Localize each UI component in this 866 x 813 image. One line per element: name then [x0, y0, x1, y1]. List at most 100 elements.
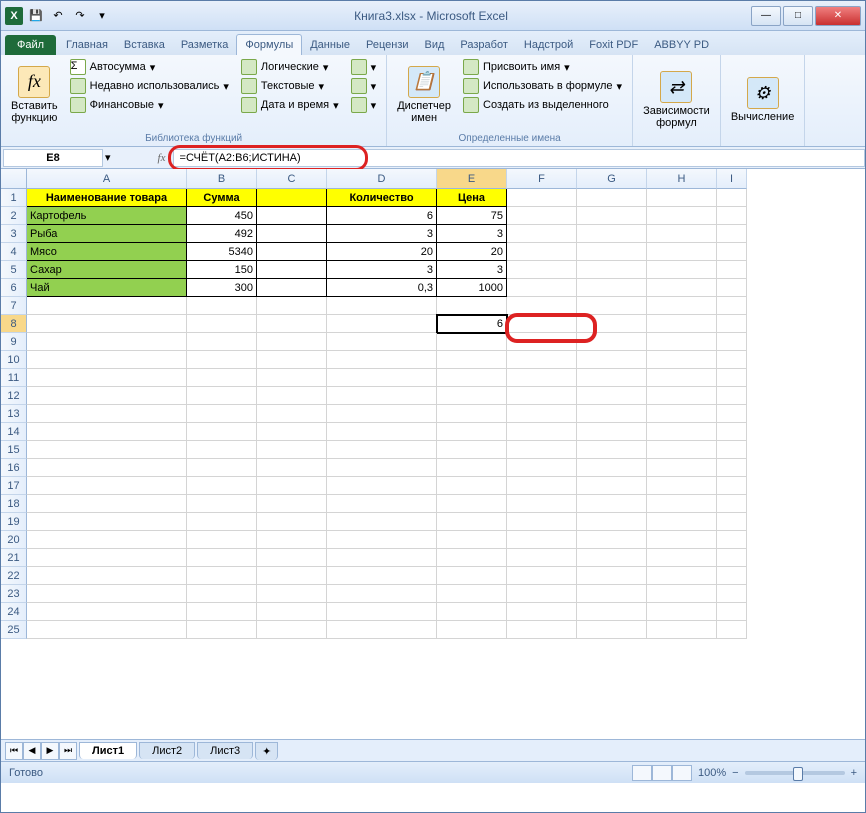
col-header-G[interactable]: G	[577, 169, 647, 189]
cell[interactable]	[577, 351, 647, 369]
col-header-D[interactable]: D	[327, 169, 437, 189]
cell[interactable]	[577, 621, 647, 639]
sheet-tab-3[interactable]: Лист3	[197, 742, 253, 759]
worksheet-grid[interactable]: ABCDEFGHI 1Наименование товараСуммаКолич…	[1, 169, 865, 739]
row-header[interactable]: 11	[1, 369, 27, 387]
sheet-new-icon[interactable]: ✦	[255, 742, 278, 760]
cell[interactable]	[717, 585, 747, 603]
cell[interactable]	[577, 279, 647, 297]
cell[interactable]	[717, 567, 747, 585]
cell[interactable]	[327, 351, 437, 369]
cell[interactable]	[507, 549, 577, 567]
cell[interactable]	[437, 567, 507, 585]
cell[interactable]	[647, 603, 717, 621]
cell[interactable]	[647, 477, 717, 495]
cell[interactable]	[507, 423, 577, 441]
row-header[interactable]: 10	[1, 351, 27, 369]
cell[interactable]	[647, 495, 717, 513]
tab-insert[interactable]: Вставка	[116, 35, 173, 55]
row-header[interactable]: 22	[1, 567, 27, 585]
cell[interactable]	[717, 603, 747, 621]
cell[interactable]: Рыба	[27, 225, 187, 243]
cell[interactable]	[27, 567, 187, 585]
cell[interactable]	[717, 279, 747, 297]
tab-formulas[interactable]: Формулы	[236, 34, 302, 55]
cell[interactable]	[187, 441, 257, 459]
sheet-tab-1[interactable]: Лист1	[79, 742, 137, 759]
row-header[interactable]: 24	[1, 603, 27, 621]
cell[interactable]: Мясо	[27, 243, 187, 261]
cell[interactable]	[437, 603, 507, 621]
cell[interactable]	[27, 369, 187, 387]
cell[interactable]	[717, 333, 747, 351]
cell[interactable]	[327, 621, 437, 639]
cell[interactable]	[257, 531, 327, 549]
col-header-C[interactable]: C	[257, 169, 327, 189]
cell[interactable]	[187, 387, 257, 405]
cell[interactable]	[647, 531, 717, 549]
tab-layout[interactable]: Разметка	[173, 35, 237, 55]
sheet-last-icon[interactable]: ⏭	[59, 742, 77, 760]
cell[interactable]	[507, 585, 577, 603]
tab-developer[interactable]: Разработ	[452, 35, 515, 55]
cell[interactable]	[257, 603, 327, 621]
row-header[interactable]: 23	[1, 585, 27, 603]
cell[interactable]	[327, 333, 437, 351]
zoom-out-icon[interactable]: −	[732, 767, 738, 779]
cell[interactable]	[257, 405, 327, 423]
namebox-dropdown-icon[interactable]: ▾	[105, 151, 111, 164]
cell[interactable]	[27, 441, 187, 459]
row-header[interactable]: 6	[1, 279, 27, 297]
cell[interactable]	[647, 549, 717, 567]
cell[interactable]	[327, 387, 437, 405]
cell[interactable]: 5340	[187, 243, 257, 261]
row-header[interactable]: 16	[1, 459, 27, 477]
cell[interactable]	[437, 621, 507, 639]
sheet-tab-2[interactable]: Лист2	[139, 742, 195, 759]
cell[interactable]	[577, 225, 647, 243]
cell[interactable]	[187, 423, 257, 441]
cell[interactable]	[257, 423, 327, 441]
active-cell[interactable]: 6	[437, 315, 507, 333]
cell[interactable]	[257, 297, 327, 315]
cell[interactable]	[577, 189, 647, 207]
cell[interactable]	[507, 459, 577, 477]
tab-view[interactable]: Вид	[417, 35, 453, 55]
cell[interactable]	[577, 261, 647, 279]
assign-name-button[interactable]: Присвоить имя ▾	[459, 58, 626, 76]
cell[interactable]: 20	[437, 243, 507, 261]
cell[interactable]	[187, 315, 257, 333]
zoom-slider[interactable]	[745, 771, 845, 775]
create-selection-button[interactable]: Создать из выделенного	[459, 96, 626, 114]
cell[interactable]: 150	[187, 261, 257, 279]
cell[interactable]	[507, 387, 577, 405]
cell[interactable]	[717, 459, 747, 477]
cell[interactable]	[437, 585, 507, 603]
lookup-button[interactable]: ▾	[347, 58, 381, 76]
cell[interactable]	[257, 459, 327, 477]
cell[interactable]	[327, 423, 437, 441]
cell[interactable]	[437, 387, 507, 405]
cell[interactable]: 0,3	[327, 279, 437, 297]
cell[interactable]	[717, 207, 747, 225]
cell[interactable]	[437, 297, 507, 315]
cell[interactable]	[717, 549, 747, 567]
cell[interactable]	[647, 225, 717, 243]
name-box[interactable]: E8	[3, 149, 103, 167]
cell[interactable]	[507, 279, 577, 297]
cell[interactable]	[327, 315, 437, 333]
tab-review[interactable]: Рецензи	[358, 35, 417, 55]
cell[interactable]	[327, 513, 437, 531]
col-header-B[interactable]: B	[187, 169, 257, 189]
row-header[interactable]: 2	[1, 207, 27, 225]
cell[interactable]	[437, 513, 507, 531]
insert-function-button[interactable]: fx Вставить функцию	[7, 58, 62, 131]
cell[interactable]	[437, 459, 507, 477]
cell[interactable]	[717, 225, 747, 243]
cell[interactable]	[327, 405, 437, 423]
cell[interactable]	[187, 369, 257, 387]
row-header[interactable]: 19	[1, 513, 27, 531]
cell[interactable]	[577, 513, 647, 531]
cell[interactable]	[437, 441, 507, 459]
cell[interactable]	[647, 405, 717, 423]
